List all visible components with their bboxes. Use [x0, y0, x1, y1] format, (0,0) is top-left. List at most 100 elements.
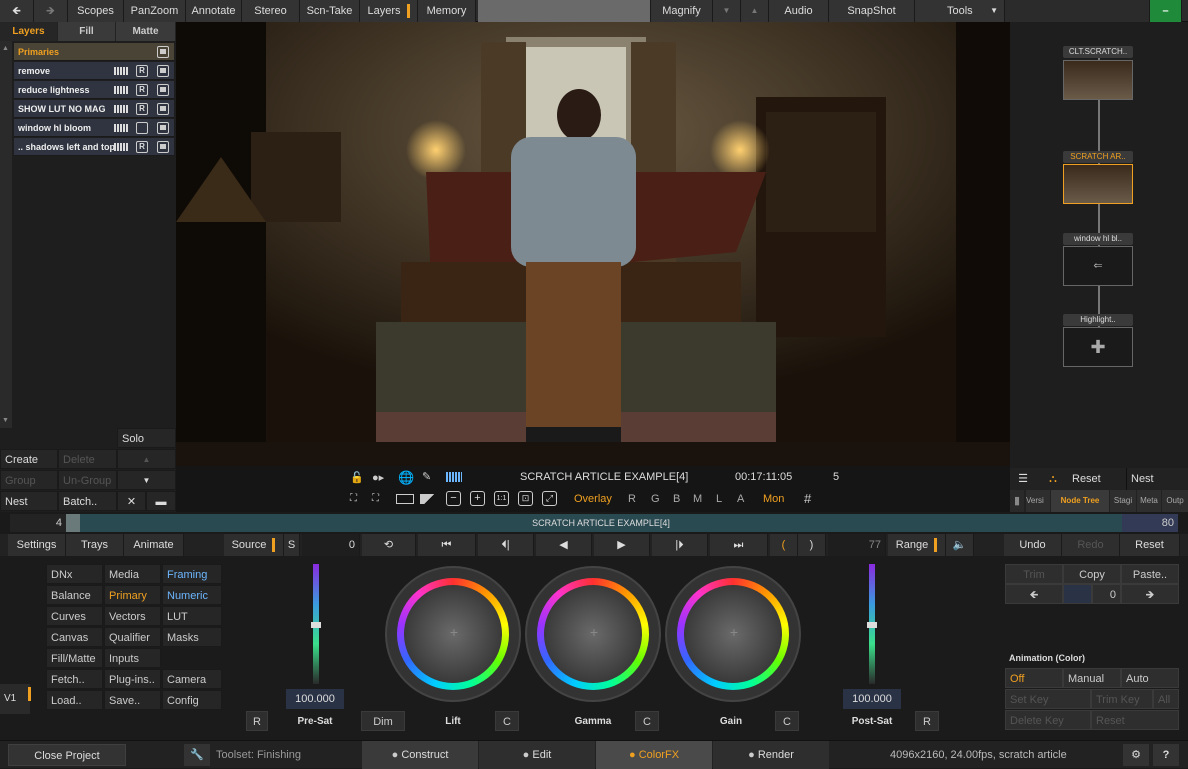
animation-manual-button[interactable]: Manual — [1063, 668, 1121, 688]
chevron-up-icon[interactable]: ▲ — [741, 0, 769, 22]
memory-button[interactable]: Memory — [418, 0, 476, 22]
magnify-button[interactable]: Magnify — [651, 0, 713, 22]
tab-staging[interactable]: Stagi — [1110, 490, 1136, 512]
layer-visibility-icon[interactable] — [157, 84, 169, 96]
arrow-right-icon[interactable]: 🡺 — [1121, 584, 1179, 604]
globe-icon[interactable]: 🌐 — [398, 470, 414, 486]
layer-visibility-icon[interactable] — [157, 122, 169, 134]
wrench-icon[interactable]: 🔧 — [184, 744, 210, 766]
layer-visibility-icon[interactable] — [157, 46, 169, 58]
presat-handle[interactable] — [311, 622, 321, 628]
lock-icon[interactable]: 🔓 — [350, 471, 364, 484]
animation-reset-button[interactable]: Reset — [1091, 710, 1179, 730]
chevron-down-icon[interactable]: ▼ — [713, 0, 741, 22]
lift-c-button[interactable]: C — [495, 711, 519, 731]
go-to-start-icon[interactable]: ⏮ — [418, 534, 476, 556]
s-button[interactable]: S — [284, 534, 300, 556]
menu-numeric[interactable]: Numeric — [162, 585, 222, 605]
channel-m[interactable]: M — [693, 493, 702, 505]
scopes-button[interactable]: Scopes — [68, 0, 124, 22]
tab-output[interactable]: Outp — [1162, 490, 1188, 512]
stereo-button[interactable]: Stereo — [242, 0, 300, 22]
layer-primaries[interactable]: Primaries — [14, 43, 174, 61]
strip-handle[interactable] — [66, 514, 80, 532]
menu-framing[interactable]: Framing — [162, 564, 222, 584]
gamma-wheel[interactable]: + — [525, 566, 661, 702]
layers-scrollbar[interactable]: ▲ ▼ — [0, 41, 12, 428]
layer-r-toggle[interactable]: R — [136, 141, 148, 153]
presat-value[interactable]: 100.000 — [286, 689, 344, 709]
pen-icon[interactable]: ✎ — [422, 470, 431, 483]
tab-versions[interactable]: Versi — [1026, 490, 1050, 512]
menu-config[interactable]: Config — [162, 690, 222, 710]
menu-inputs[interactable]: Inputs — [104, 648, 161, 668]
trim-key-button[interactable]: Trim Key — [1091, 689, 1153, 709]
gain-wheel[interactable]: + — [665, 566, 801, 702]
zoom-out-icon[interactable]: − — [446, 491, 461, 506]
lift-wheel[interactable]: + — [385, 566, 521, 702]
layer-r-toggle[interactable]: R — [136, 84, 148, 96]
scroll-down-icon[interactable]: ▼ — [2, 417, 9, 424]
undo-button[interactable]: Undo — [1004, 534, 1062, 556]
source-button[interactable]: Source — [224, 534, 284, 556]
layer-visibility-icon[interactable] — [157, 65, 169, 77]
close-icon[interactable]: ✕ — [117, 491, 146, 511]
playback-mode-icon[interactable]: ●▸ — [372, 471, 384, 484]
go-to-end-icon[interactable]: ⏭ — [710, 534, 768, 556]
layers-button[interactable]: Layers — [360, 0, 418, 22]
all-button[interactable]: All — [1153, 689, 1179, 709]
tab-metadata[interactable]: Meta — [1137, 490, 1161, 512]
channel-g[interactable]: G — [651, 493, 660, 505]
gamma-c-button[interactable]: C — [635, 711, 659, 731]
ungroup-button[interactable]: Un-Group — [58, 470, 117, 490]
settings-button[interactable]: Settings — [8, 534, 66, 556]
menu-qualifier[interactable]: Qualifier — [104, 627, 161, 647]
scn-take-button[interactable]: Scn-Take — [300, 0, 360, 22]
play-icon[interactable]: ▶ — [594, 534, 650, 556]
image-viewer[interactable] — [176, 22, 1010, 466]
create-button[interactable]: Create — [0, 449, 58, 469]
menu-icon[interactable]: ☰ — [1010, 468, 1036, 490]
arrow-left-icon[interactable]: 🡸 — [1005, 584, 1063, 604]
menu-lut[interactable]: LUT — [162, 606, 222, 626]
gear-icon[interactable]: ⚙ — [1123, 744, 1149, 766]
tab-matte[interactable]: Matte — [116, 22, 176, 41]
nest-button[interactable]: Nest — [0, 491, 58, 511]
animation-auto-button[interactable]: Auto — [1121, 668, 1179, 688]
help-button[interactable]: ? — [1153, 744, 1179, 766]
layer-visibility-icon[interactable] — [157, 141, 169, 153]
menu-curves[interactable]: Curves — [46, 606, 103, 626]
batch-button[interactable]: Batch.. — [58, 491, 117, 511]
postsat-value[interactable]: 100.000 — [843, 689, 901, 709]
gain-c-button[interactable]: C — [775, 711, 799, 731]
end-frame[interactable]: 77 — [828, 534, 886, 556]
layer-reduce-lightness[interactable]: reduce lightness R — [14, 81, 174, 99]
menu-dnx[interactable]: DNx — [46, 564, 103, 584]
mon-button[interactable]: Mon — [763, 493, 784, 505]
menu-balance[interactable]: Balance — [46, 585, 103, 605]
wipe-icon[interactable] — [420, 494, 438, 504]
tab-scroll-icon[interactable]: ▮ — [1010, 490, 1024, 512]
copy-slot[interactable] — [1063, 584, 1092, 604]
fill-icon[interactable]: ⛶ — [372, 493, 379, 504]
panzoom-button[interactable]: PanZoom — [124, 0, 186, 22]
move-up-icon[interactable]: ▲ — [117, 449, 176, 469]
scroll-up-icon[interactable]: ▲ — [2, 45, 9, 52]
memory-slot[interactable] — [478, 0, 651, 22]
start-frame[interactable]: 0 — [302, 534, 360, 556]
layer-r-toggle[interactable] — [136, 122, 148, 134]
dim-button[interactable]: Dim — [361, 711, 405, 731]
menu-plugins[interactable]: Plug-ins.. — [104, 669, 161, 689]
back-arrow-icon[interactable]: 🡸 — [0, 0, 34, 22]
animation-off-button[interactable]: Off — [1005, 668, 1063, 688]
minimize-button[interactable]: – — [1150, 0, 1182, 22]
bars-icon[interactable] — [446, 472, 462, 482]
menu-media[interactable]: Media — [104, 564, 161, 584]
grid-icon[interactable]: # — [804, 491, 811, 506]
annotate-button[interactable]: Annotate — [186, 0, 242, 22]
tools-menu[interactable]: Tools ▼ — [915, 0, 1005, 22]
tab-render[interactable]: ● Render — [713, 741, 829, 769]
move-down-icon[interactable]: ▼ — [117, 470, 176, 490]
layer-shadows[interactable]: .. shadows left and top R — [14, 138, 174, 156]
mark-in-icon[interactable]: ( — [770, 534, 798, 556]
